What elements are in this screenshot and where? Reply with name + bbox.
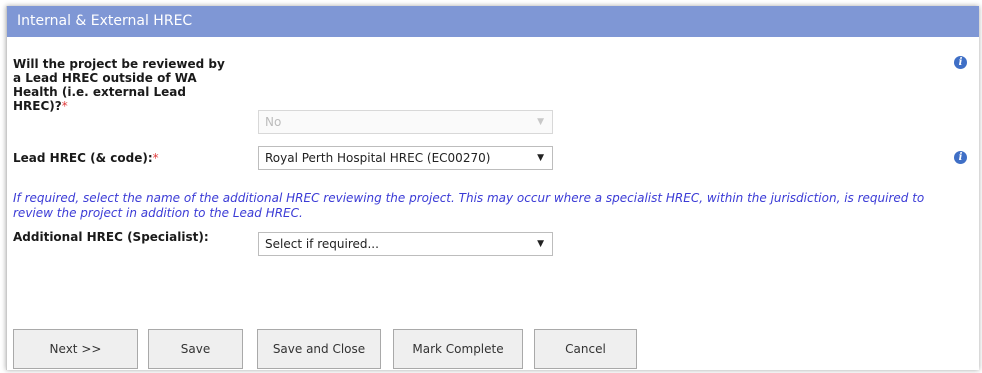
external-lead-label-line-4: HREC)? [13,99,62,113]
external-lead-value: No [265,115,282,129]
chevron-down-icon: ▼ [537,117,544,127]
lead-hrec-value: Royal Perth Hospital HREC (EC00270) [265,151,491,165]
external-lead-label-line-3: Health (i.e. external Lead [13,85,186,99]
additional-hrec-note: If required, select the name of the addi… [13,191,925,220]
info-icon[interactable]: i [954,151,967,164]
chevron-down-icon: ▼ [537,153,544,163]
save-button[interactable]: Save [148,329,243,369]
external-lead-label-line-1: Will the project be reviewed by [13,57,225,71]
chevron-down-icon: ▼ [537,239,544,249]
additional-hrec-select[interactable]: Select if required... ▼ [258,232,553,256]
hrec-panel: Internal & External HREC Will the projec… [6,6,979,370]
additional-hrec-label: Additional HREC (Specialist): [13,230,209,244]
external-lead-label: Will the project be reviewed by a Lead H… [13,57,225,113]
save-and-close-button[interactable]: Save and Close [257,329,381,369]
additional-hrec-value: Select if required... [265,237,379,251]
cancel-button[interactable]: Cancel [534,329,637,369]
external-lead-label-line-2: a Lead HREC outside of WA [13,71,197,85]
info-icon[interactable]: i [954,56,967,69]
required-marker: * [61,99,68,113]
next-button[interactable]: Next >> [13,329,138,369]
lead-hrec-label: Lead HREC (& code):* [13,151,159,165]
mark-complete-button[interactable]: Mark Complete [393,329,523,369]
lead-hrec-label-text: Lead HREC (& code): [13,151,153,165]
external-lead-select[interactable]: No ▼ [258,110,553,134]
lead-hrec-select[interactable]: Royal Perth Hospital HREC (EC00270) ▼ [258,146,553,170]
required-marker: * [152,151,159,165]
section-header: Internal & External HREC [7,6,979,37]
